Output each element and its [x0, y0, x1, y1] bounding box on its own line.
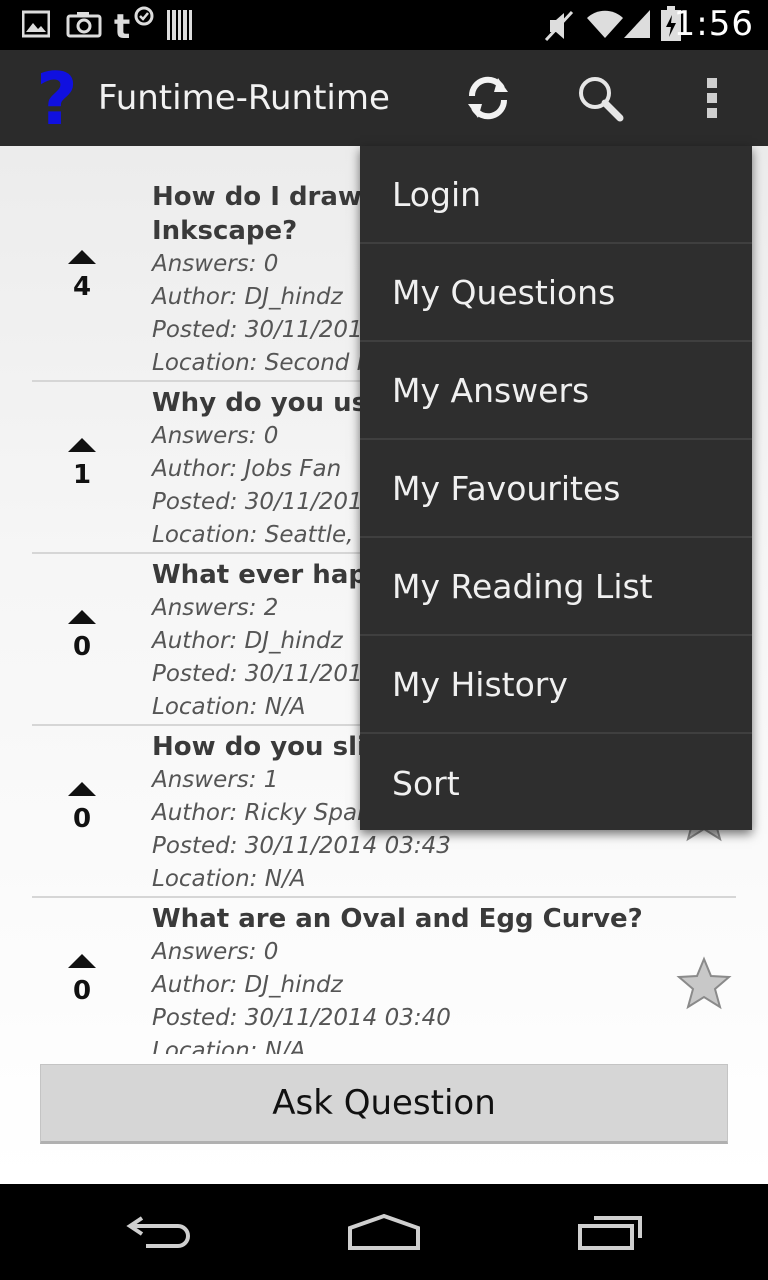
camera-icon — [66, 12, 102, 38]
location: Location: N/A — [152, 1038, 306, 1054]
recents-button[interactable] — [560, 1206, 660, 1258]
menu-item-my-favourites[interactable]: My Favourites — [360, 440, 752, 538]
upvote-icon[interactable] — [68, 610, 96, 624]
question-title: What are an Oval and Egg Curve? — [152, 904, 643, 934]
author: Author: DJ_hindz — [152, 972, 343, 998]
upvote-icon[interactable] — [68, 250, 96, 264]
question-mark-icon[interactable]: ? — [36, 62, 80, 134]
search-icon — [579, 77, 624, 122]
posted-date: Posted: 30/11/2014 03:40 — [152, 1005, 451, 1031]
question-item[interactable]: 0 What are an Oval and Egg Curve? Answer… — [32, 898, 736, 1054]
upvote-icon[interactable] — [68, 954, 96, 968]
menu-item-login[interactable]: Login — [360, 146, 752, 244]
vote-count: 0 — [72, 976, 92, 1006]
mute-icon — [544, 10, 574, 42]
menu-item-my-answers[interactable]: My Answers — [360, 342, 752, 440]
home-icon — [348, 1213, 420, 1250]
question-info: What are an Oval and Egg Curve? Answers:… — [152, 898, 736, 1054]
menu-item-sort[interactable]: Sort — [360, 734, 752, 832]
menu-item-my-history[interactable]: My History — [360, 636, 752, 734]
refresh-button[interactable] — [460, 70, 516, 126]
svg-text:t: t — [114, 7, 130, 42]
signal-icon — [624, 10, 650, 38]
clock: 1:56 — [673, 4, 754, 44]
overflow-menu-icon — [707, 78, 717, 118]
vote-control: 0 — [52, 610, 112, 662]
overflow-menu-button[interactable] — [684, 70, 740, 126]
vote-control: 1 — [52, 438, 112, 490]
back-button[interactable] — [110, 1206, 210, 1258]
barcode-icon — [167, 10, 192, 40]
vote-count: 1 — [72, 460, 92, 490]
menu-item-my-questions[interactable]: My Questions — [360, 244, 752, 342]
upvote-icon[interactable] — [68, 438, 96, 452]
home-button[interactable] — [334, 1206, 434, 1258]
app-title: Funtime-Runtime — [98, 78, 390, 118]
overflow-menu: Login My Questions My Answers My Favouri… — [360, 146, 752, 830]
action-bar: ? Funtime-Runtime — [0, 50, 768, 146]
vote-control: 0 — [52, 954, 112, 1006]
recents-icon — [578, 1216, 642, 1250]
favourite-star-icon[interactable] — [676, 956, 732, 1012]
vote-control: 0 — [52, 782, 112, 834]
wifi-icon — [587, 10, 623, 38]
vote-control: 4 — [52, 250, 112, 302]
answers-count: Answers: 0 — [152, 939, 279, 965]
menu-item-my-reading-list[interactable]: My Reading List — [360, 538, 752, 636]
picture-icon — [22, 10, 50, 38]
search-button[interactable] — [572, 70, 628, 126]
navigation-bar — [0, 1184, 768, 1280]
vote-count: 0 — [72, 804, 92, 834]
svg-text:?: ? — [36, 62, 78, 134]
tumblr-icon: t — [114, 6, 154, 42]
refresh-icon — [468, 76, 508, 120]
location: Location: N/A — [152, 866, 306, 892]
upvote-icon[interactable] — [68, 782, 96, 796]
vote-count: 0 — [72, 632, 92, 662]
back-icon — [126, 1216, 190, 1248]
posted-date: Posted: 30/11/2014 03:43 — [152, 833, 451, 859]
vote-count: 4 — [72, 272, 92, 302]
status-bar: t 1:56 — [0, 0, 768, 50]
ask-question-button[interactable]: Ask Question — [40, 1064, 728, 1144]
